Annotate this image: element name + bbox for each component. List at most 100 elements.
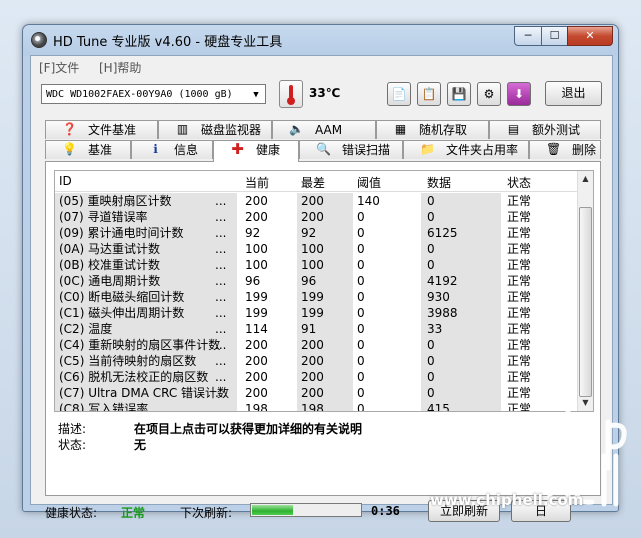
speaker-icon: 🔈 — [289, 122, 304, 136]
next-refresh-label: 下次刷新: — [180, 506, 233, 520]
close-button[interactable]: ✕ — [567, 26, 613, 46]
lightbulb-icon: 💡 — [62, 142, 77, 156]
cell-threshold: 0 — [357, 322, 365, 336]
client-area: [F]文件 [H]帮助 WDC WD1002FAEX-00Y9A0 (1000 … — [30, 55, 613, 522]
table-row[interactable]: (0C) 通电周期计数... 96 96 0 4192 正常 — [55, 273, 577, 289]
minimize-button[interactable]: ─ — [514, 26, 542, 46]
cell-data: 3988 — [427, 306, 458, 320]
table-row[interactable]: (C2) 温度... 114 91 0 33 正常 — [55, 321, 577, 337]
copy-image-icon: 📋 — [421, 87, 437, 101]
copy-image-button[interactable]: 📋 — [417, 82, 441, 106]
cell-worst: 199 — [301, 306, 324, 320]
exit-button[interactable]: 退出 — [545, 81, 602, 106]
cell-id: (C7) Ultra DMA CRC 错误计数 — [59, 386, 230, 400]
cell-data: 0 — [427, 258, 435, 272]
tab-random-access[interactable]: ▦ 随机存取 — [376, 120, 489, 139]
col-current[interactable]: 当前 — [245, 174, 269, 191]
copy-text-icon: 📄 — [391, 87, 407, 101]
cell-current: 100 — [245, 242, 268, 256]
tab-folder-usage[interactable]: 📁 文件夹占用率 — [403, 140, 529, 159]
tab-aam[interactable]: 🔈 AAM — [272, 120, 376, 139]
col-id[interactable]: ID — [59, 174, 72, 188]
options-button[interactable]: ⚙ — [477, 82, 501, 106]
cell-data: 4192 — [427, 274, 458, 288]
health-status-label: 健康状态: — [45, 506, 98, 520]
cell-current: 200 — [245, 210, 268, 224]
table-scrollbar[interactable]: ▲ ▼ — [577, 171, 593, 411]
table-row[interactable]: (C7) Ultra DMA CRC 错误计数... 200 200 0 0 正常 — [55, 385, 577, 401]
cell-worst: 199 — [301, 290, 324, 304]
title-bar[interactable]: HD Tune 专业版 v4.60 - 硬盘专业工具 ─ ☐ ✕ — [23, 25, 618, 51]
tab-file-benchmark[interactable]: ❓ 文件基准 — [45, 120, 158, 139]
cell-dots: ... — [215, 402, 227, 412]
table-row[interactable]: (0A) 马达重试计数... 100 100 0 0 正常 — [55, 241, 577, 257]
tab-benchmark[interactable]: 💡 基准 — [45, 140, 131, 159]
drive-select[interactable]: WDC WD1002FAEX-00Y9A0 (1000 gB) ▼ — [41, 84, 266, 104]
cell-id: (05) 重映射扇区计数 — [59, 194, 172, 208]
maximize-button[interactable]: ☐ — [541, 26, 568, 46]
window-title: HD Tune 专业版 v4.60 - 硬盘专业工具 — [53, 35, 283, 50]
table-row[interactable]: (C5) 当前待映射的扇区数... 200 200 0 0 正常 — [55, 353, 577, 369]
cell-threshold: 0 — [357, 274, 365, 288]
cell-threshold: 0 — [357, 242, 365, 256]
tab-health[interactable]: ✚ 健康 — [213, 140, 299, 162]
tab-disk-monitor[interactable]: ▥ 磁盘监视器 — [158, 120, 272, 139]
smart-table: ID 当前 最差 阈值 数据 状态 (05) 重映射扇区计数... 200 200 1… — [54, 170, 594, 412]
cell-dots: ... — [215, 258, 227, 272]
cell-threshold: 0 — [357, 258, 365, 272]
cell-dots: ... — [215, 194, 227, 208]
cell-dots: ... — [215, 338, 227, 352]
tab-erase[interactable]: 🗑 删除 — [529, 140, 601, 159]
save-button[interactable]: 💾 — [447, 82, 471, 106]
cell-threshold: 0 — [357, 210, 365, 224]
save-icon: 💾 — [451, 87, 467, 101]
col-data[interactable]: 数据 — [427, 174, 451, 191]
chevron-down-icon[interactable]: ▼ — [249, 85, 263, 103]
table-row[interactable]: (05) 重映射扇区计数... 200 200 140 0 正常 — [55, 193, 577, 209]
cell-current: 100 — [245, 258, 268, 272]
table-row[interactable]: (07) 寻道错误率... 200 200 0 0 正常 — [55, 209, 577, 225]
cell-dots: ... — [215, 386, 227, 400]
cell-data: 0 — [427, 386, 435, 400]
col-threshold[interactable]: 阈值 — [357, 174, 381, 191]
status-label: 状态: — [58, 438, 87, 452]
cell-status: 正常 — [507, 274, 532, 288]
table-row[interactable]: (C8) 写入错误率... 198 198 0 415 正常 — [55, 401, 577, 412]
table-row[interactable]: (C4) 重新映射的扇区事件计数... 200 200 0 0 正常 — [55, 337, 577, 353]
trash-icon: 🗑 — [546, 142, 562, 156]
table-row[interactable]: (C1) 磁头伸出周期计数... 199 199 0 3988 正常 — [55, 305, 577, 321]
cell-dots: ... — [215, 242, 227, 256]
cell-current: 200 — [245, 386, 268, 400]
cell-data: 6125 — [427, 226, 458, 240]
tab-strip: ❓ 文件基准 ▥ 磁盘监视器 🔈 AAM ▦ 随机存取 ▤ 额外测试 💡 基准 … — [45, 120, 601, 164]
cell-threshold: 140 — [357, 194, 380, 208]
tab-info[interactable]: ℹ 信息 — [131, 140, 213, 159]
cell-dots: ... — [215, 354, 227, 368]
table-row[interactable]: (C6) 脱机无法校正的扇区数... 200 200 0 0 正常 — [55, 369, 577, 385]
toolbar: WDC WD1002FAEX-00Y9A0 (1000 gB) ▼ 33℃ 📄 … — [31, 78, 612, 114]
refresh-progress-fill — [252, 505, 294, 515]
table-row[interactable]: (C0) 断电磁头缩回计数... 199 199 0 930 正常 — [55, 289, 577, 305]
tab-extra-tests[interactable]: ▤ 额外测试 — [489, 120, 601, 139]
cell-data: 0 — [427, 338, 435, 352]
tab-error-scan[interactable]: 🔍 错误扫描 — [299, 140, 403, 159]
menu-file[interactable]: [F]文件 — [39, 59, 79, 76]
cell-status: 正常 — [507, 194, 532, 208]
scroll-thumb[interactable] — [579, 207, 592, 397]
refresh-countdown: 0:36 — [371, 504, 400, 518]
cell-worst: 200 — [301, 386, 324, 400]
cell-id: (09) 累计通电时间计数 — [59, 226, 184, 240]
scroll-up-icon[interactable]: ▲ — [580, 173, 591, 185]
col-status[interactable]: 状态 — [507, 174, 531, 191]
cell-current: 199 — [245, 290, 268, 304]
cell-worst: 200 — [301, 210, 324, 224]
cell-current: 96 — [245, 274, 261, 288]
col-worst[interactable]: 最差 — [301, 174, 325, 191]
menu-help[interactable]: [H]帮助 — [99, 59, 141, 76]
extra-tests-icon: ▤ — [507, 122, 520, 136]
table-row[interactable]: (09) 累计通电时间计数... 92 92 0 6125 正常 — [55, 225, 577, 241]
download-button[interactable]: ⬇ — [507, 82, 531, 106]
copy-text-button[interactable]: 📄 — [387, 82, 411, 106]
table-row[interactable]: (0B) 校准重试计数... 100 100 0 0 正常 — [55, 257, 577, 273]
cell-data: 0 — [427, 242, 435, 256]
